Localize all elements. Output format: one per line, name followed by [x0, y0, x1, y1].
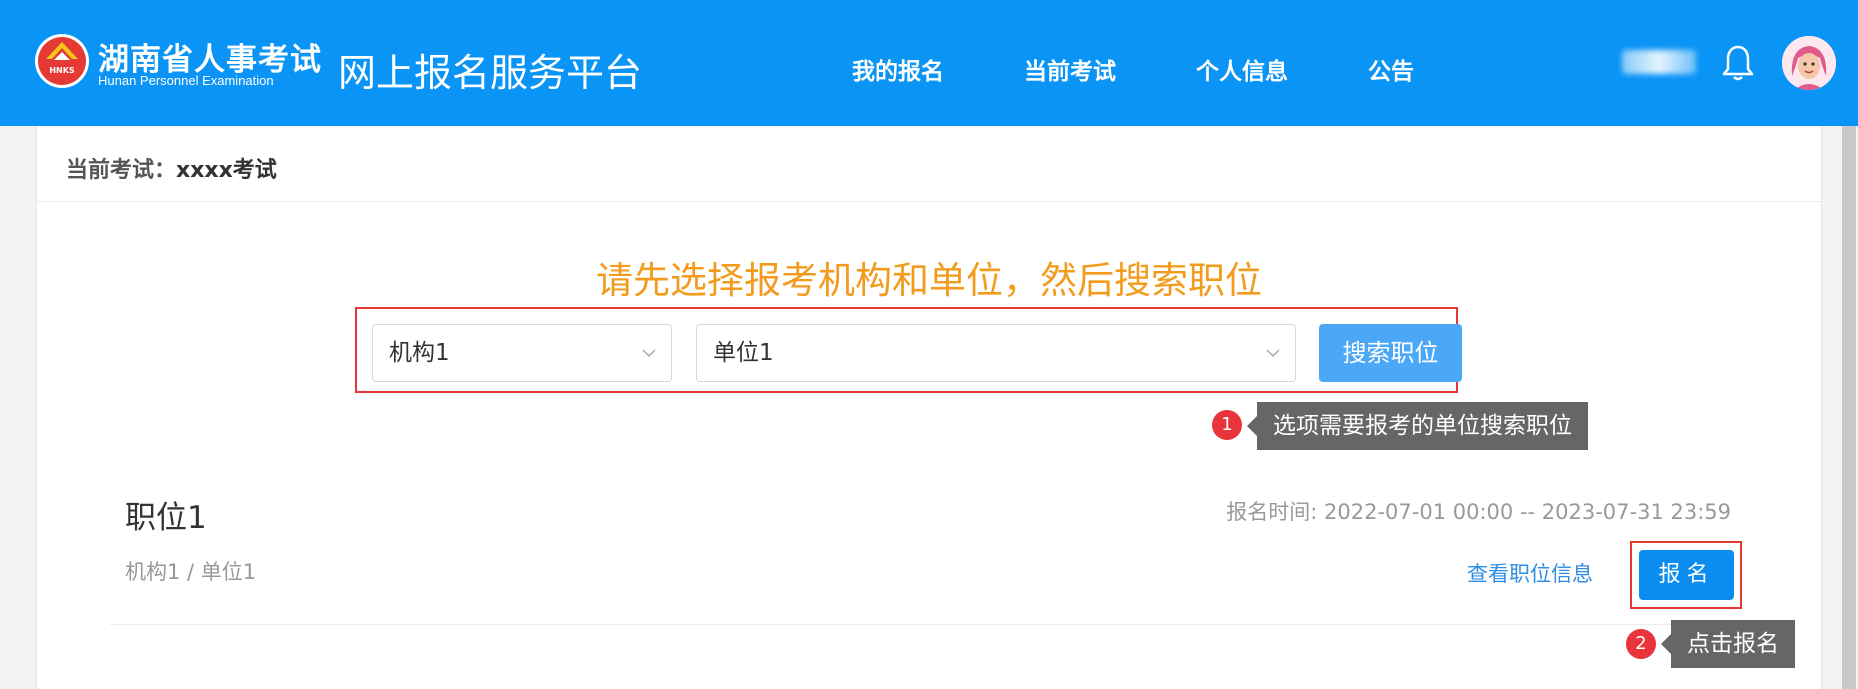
chevron-down-icon: [1266, 349, 1280, 358]
step-badge-1: 1: [1212, 410, 1242, 440]
avatar-icon: [1782, 36, 1836, 90]
nav-personal-info[interactable]: 个人信息: [1196, 52, 1288, 86]
search-position-button[interactable]: 搜索职位: [1319, 324, 1462, 382]
hnks-logo-icon: HNKS: [35, 34, 89, 88]
chevron-down-icon: [642, 349, 656, 358]
current-exam-key: 当前考试：: [66, 158, 177, 183]
apply-tip: 点击报名: [1661, 620, 1795, 668]
platform-title: 网上报名服务平台: [338, 51, 643, 95]
scrollbar-thumb[interactable]: [1842, 126, 1856, 689]
search-instruction: 请先选择报考机构和单位，然后搜索职位: [596, 259, 1262, 302]
current-exam-label: 当前考试：xxxx考试: [66, 152, 277, 184]
bell-icon[interactable]: [1722, 44, 1754, 82]
divider: [110, 624, 1750, 625]
avatar[interactable]: [1782, 36, 1836, 90]
position-org-path: 机构1 / 单位1: [125, 560, 257, 584]
unit-select-value: 单位1: [713, 340, 774, 366]
nav-announcements[interactable]: 公告: [1368, 52, 1414, 86]
divider: [37, 201, 1821, 202]
logo-badge-text: HNKS: [49, 66, 75, 75]
nav-current-exam[interactable]: 当前考试: [1024, 52, 1116, 86]
step-badge-2: 2: [1626, 629, 1656, 659]
registration-time: 报名时间: 2022-07-01 00:00 -- 2023-07-31 23:…: [1226, 500, 1731, 524]
top-header: HNKS 湖南省人事考试 Hunan Personnel Examination…: [0, 0, 1858, 126]
search-tip: 选项需要报考的单位搜索职位: [1247, 402, 1588, 450]
current-exam-value: xxxx考试: [176, 158, 277, 183]
org-select-value: 机构1: [389, 340, 450, 366]
unit-select[interactable]: 单位1: [696, 324, 1296, 382]
main-panel: 当前考试：xxxx考试 请先选择报考机构和单位，然后搜索职位 机构1 单位1 搜…: [36, 126, 1822, 689]
apply-button[interactable]: 报名: [1639, 550, 1734, 600]
view-position-info-link[interactable]: 查看职位信息: [1467, 558, 1593, 588]
position-title: 职位1: [125, 500, 207, 536]
org-select[interactable]: 机构1: [372, 324, 672, 382]
logo-english-text: Hunan Personnel Examination: [98, 73, 274, 88]
user-name-blurred[interactable]: [1622, 50, 1696, 74]
nav-my-registration[interactable]: 我的报名: [852, 52, 944, 86]
